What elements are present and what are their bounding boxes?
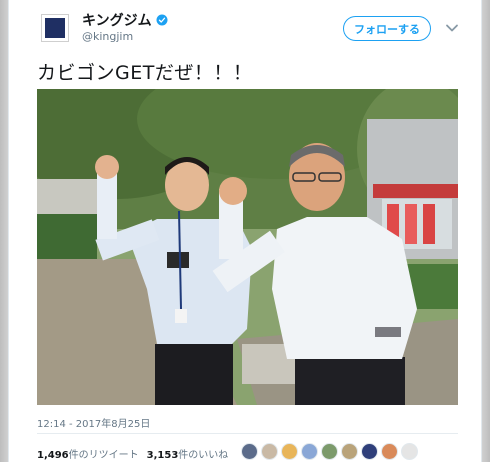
likes-label: 件のいいね xyxy=(178,450,229,461)
liker-avatar[interactable] xyxy=(341,443,358,460)
avatar-logo xyxy=(45,18,65,38)
liker-avatar[interactable] xyxy=(321,443,338,460)
tweet-timestamp[interactable]: 12:14 - 2017年8月25日 xyxy=(37,415,150,430)
retweets-count: 1,496 xyxy=(37,450,69,461)
tweet-header: キングジム @kingjim フォローする xyxy=(9,0,481,56)
divider xyxy=(37,433,458,434)
page-backdrop-right xyxy=(482,0,490,462)
chevron-down-icon[interactable] xyxy=(445,21,459,35)
liker-avatar[interactable] xyxy=(401,443,418,460)
tweet-text: カビゴンGETだぜ！！！ xyxy=(37,62,253,84)
retweets-label: 件のリツイート xyxy=(68,450,139,461)
tweet-photo[interactable] xyxy=(37,89,458,405)
page-backdrop-left xyxy=(0,0,8,462)
liker-avatars xyxy=(241,443,418,460)
follow-button[interactable]: フォローする xyxy=(343,16,431,41)
author-name-row[interactable]: キングジム xyxy=(82,10,168,30)
liker-avatar[interactable] xyxy=(361,443,378,460)
author-handle[interactable]: @kingjim xyxy=(82,30,133,43)
photo-scene xyxy=(37,89,458,405)
liker-avatar[interactable] xyxy=(301,443,318,460)
liker-avatar[interactable] xyxy=(261,443,278,460)
display-name[interactable]: キングジム xyxy=(82,10,152,30)
liker-avatar[interactable] xyxy=(241,443,258,460)
retweets-stat[interactable]: 1,496件のリツイート xyxy=(37,446,139,461)
engagement-stats: 1,496件のリツイート 3,153件のいいね xyxy=(37,446,228,461)
tweet-card: キングジム @kingjim フォローする カビゴンGETだぜ！！！ 12:14… xyxy=(8,0,482,462)
liker-avatar[interactable] xyxy=(281,443,298,460)
likes-stat[interactable]: 3,153件のいいね xyxy=(147,446,229,461)
verified-badge-icon xyxy=(156,14,168,26)
avatar[interactable] xyxy=(41,14,69,42)
liker-avatar[interactable] xyxy=(381,443,398,460)
likes-count: 3,153 xyxy=(146,450,179,461)
